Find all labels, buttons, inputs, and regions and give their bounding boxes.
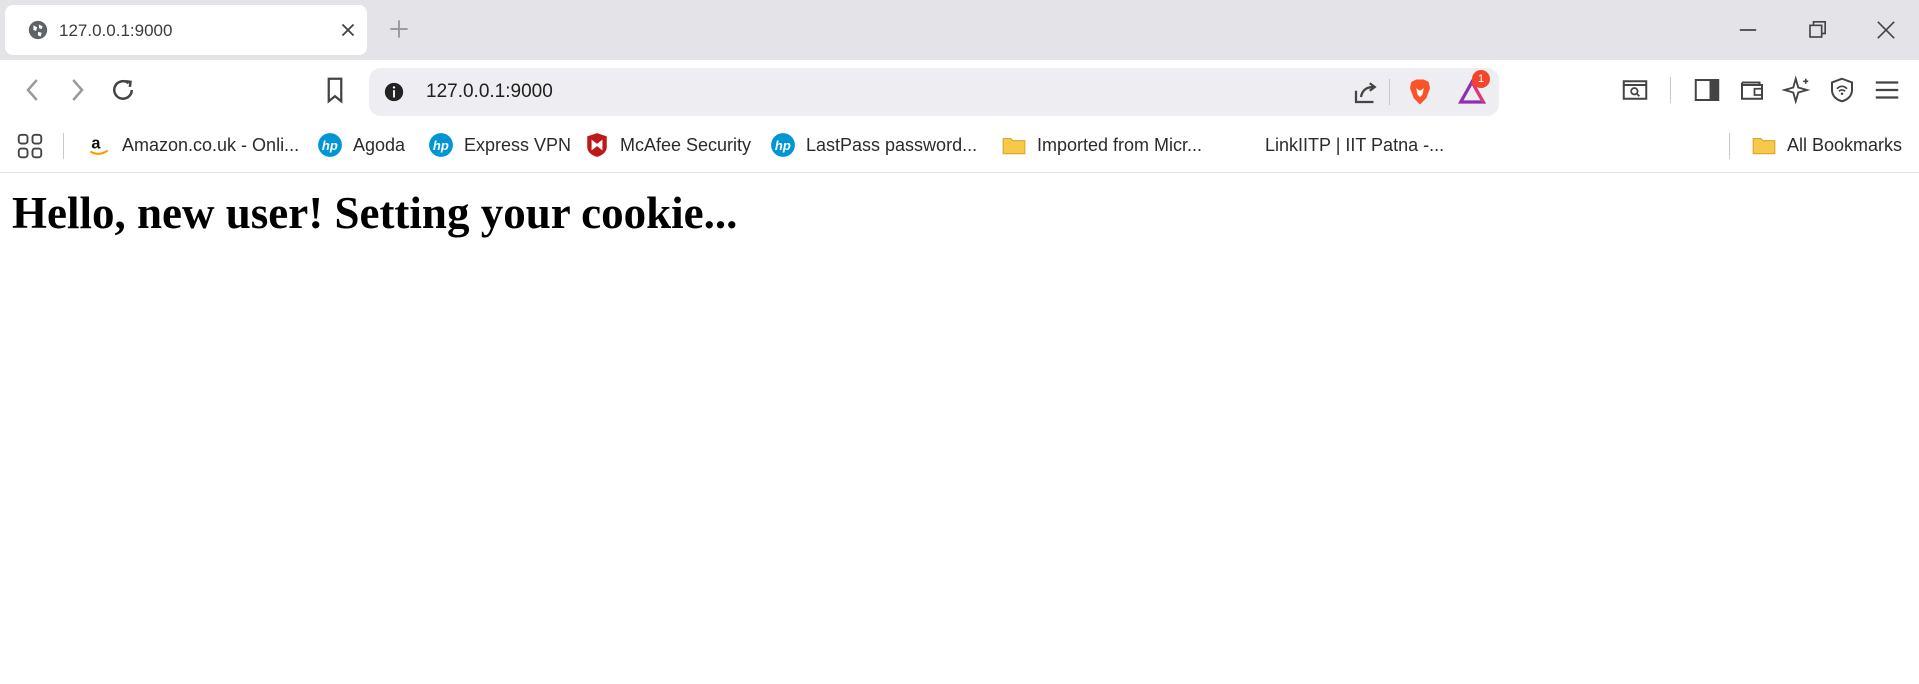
bookmarks-divider-right xyxy=(1729,133,1730,159)
bookmark-mcafee[interactable]: McAfee Security xyxy=(584,130,751,160)
rewards-badge: 1 xyxy=(1472,70,1490,88)
reload-icon[interactable] xyxy=(108,75,138,105)
vpn-shield-icon[interactable] xyxy=(1827,75,1857,105)
bookmarks-divider xyxy=(63,133,64,159)
address-bar[interactable]: 127.0.0.1:9000 1 xyxy=(369,68,1499,116)
bookmark-label: Express VPN xyxy=(464,134,572,155)
page-content: Hello, new user! Setting your cookie... xyxy=(0,173,1919,684)
share-icon[interactable] xyxy=(1351,77,1381,107)
minimize-icon[interactable] xyxy=(1734,16,1762,44)
bookmark-lastpass[interactable]: hp LastPass password... xyxy=(770,130,977,160)
search-tabs-icon[interactable] xyxy=(1620,75,1650,105)
toolbar-divider xyxy=(1670,77,1671,103)
new-tab-icon[interactable] xyxy=(386,16,412,42)
forward-icon[interactable] xyxy=(62,75,92,105)
svg-text:hp: hp xyxy=(775,138,791,153)
restore-icon[interactable] xyxy=(1803,16,1831,44)
hp-icon: hp xyxy=(429,133,453,157)
folder-icon xyxy=(1752,137,1776,155)
svg-text:hp: hp xyxy=(322,138,338,153)
brave-shields-icon[interactable] xyxy=(1405,77,1435,107)
globe-icon xyxy=(28,20,48,40)
url-text[interactable]: 127.0.0.1:9000 xyxy=(426,81,553,103)
bookmarks-bar: a Amazon.co.uk - Onli... hp Agoda hp Exp… xyxy=(0,120,1919,173)
apps-grid-icon[interactable] xyxy=(15,131,45,161)
menu-icon[interactable] xyxy=(1872,75,1902,105)
leo-ai-icon[interactable] xyxy=(1782,75,1812,105)
wallet-icon[interactable] xyxy=(1737,75,1767,105)
close-tab-icon[interactable] xyxy=(337,19,359,41)
bookmark-label: Amazon.co.uk - Onli... xyxy=(122,134,300,155)
all-bookmarks-label: All Bookmarks xyxy=(1787,134,1903,155)
bookmark-label: Agoda xyxy=(353,134,406,155)
tab-title: 127.0.0.1:9000 xyxy=(59,21,173,40)
all-bookmarks-button[interactable]: All Bookmarks xyxy=(1751,130,1902,160)
bookmark-agoda[interactable]: hp Agoda xyxy=(317,130,405,160)
site-info-icon[interactable] xyxy=(383,81,405,103)
sidebar-icon[interactable] xyxy=(1692,75,1722,105)
bookmark-express-vpn[interactable]: hp Express VPN xyxy=(428,130,571,160)
bookmark-label: Imported from Micr... xyxy=(1037,134,1203,155)
blank-favicon xyxy=(1229,132,1255,158)
svg-text:a: a xyxy=(91,134,101,152)
bookmark-amazon[interactable]: a Amazon.co.uk - Onli... xyxy=(86,130,299,160)
mcafee-icon xyxy=(587,133,607,157)
page-heading: Hello, new user! Setting your cookie... xyxy=(12,188,738,238)
bookmark-label: LastPass password... xyxy=(806,134,978,155)
folder-icon xyxy=(1002,137,1026,155)
svg-text:hp: hp xyxy=(433,138,449,153)
bookmark-folder-imported[interactable]: Imported from Micr... xyxy=(1001,130,1202,160)
toolbar: 127.0.0.1:9000 1 xyxy=(0,60,1919,120)
back-icon[interactable] xyxy=(18,75,48,105)
bookmark-label: LinkIITP | IIT Patna -... xyxy=(1265,134,1445,155)
bookmark-label: McAfee Security xyxy=(620,134,752,155)
rewards-badge-count: 1 xyxy=(1477,73,1485,85)
hp-icon: hp xyxy=(771,133,795,157)
tab-active[interactable]: 127.0.0.1:9000 xyxy=(5,5,367,55)
amazon-icon: a xyxy=(89,134,109,155)
bookmark-linkiitp[interactable]: LinkIITP | IIT Patna -... xyxy=(1229,130,1444,160)
hp-icon: hp xyxy=(318,133,342,157)
bookmark-page-icon[interactable] xyxy=(320,75,350,105)
omnibox-divider xyxy=(1389,79,1390,105)
close-window-icon[interactable] xyxy=(1872,16,1900,44)
tab-strip: 127.0.0.1:9000 xyxy=(0,0,1919,60)
